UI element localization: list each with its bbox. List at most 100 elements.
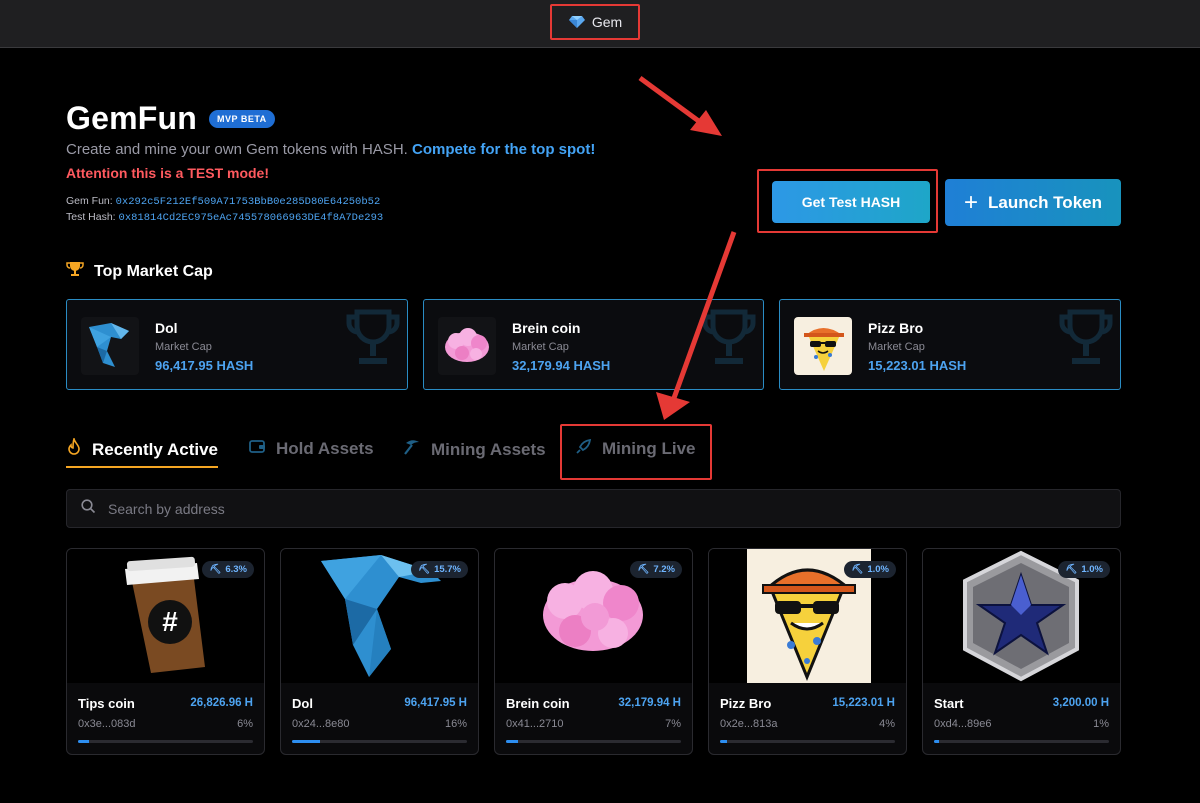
tagline-link[interactable]: Compete for the top spot! (412, 141, 595, 158)
card-market-cap-label: Market Cap (512, 341, 569, 353)
annotation-arrowhead (690, 110, 722, 136)
card-market-cap-label: Market Cap (155, 341, 212, 353)
tab-gem[interactable]: Gem (550, 4, 640, 40)
active-tab-indicator (66, 466, 218, 468)
pickaxe-icon: ⛏ (418, 564, 431, 575)
token-address: 0x24...8e80 (292, 718, 350, 730)
token-name: Brein coin (506, 696, 570, 711)
top-tab-bar: Gem (0, 0, 1200, 48)
testhash-label: Test Hash: (66, 211, 116, 223)
pickaxe-icon: ⛏ (851, 564, 864, 575)
mining-rate-badge: ⛏ 7.2% (630, 561, 682, 578)
pickaxe-icon: ⛏ (637, 564, 650, 575)
gemfun-address[interactable]: 0x292c5F212Ef509A71753BbB0e285D80E64250b… (116, 196, 381, 208)
testhash-address[interactable]: 0x81814Cd2EC975eAc745578066963DE4f8A7De2… (119, 212, 384, 224)
top-market-cap-heading: Top Market Cap (66, 260, 213, 283)
tab-label: Mining Assets (431, 439, 546, 459)
mining-rate-badge: ⛏ 1.0% (1058, 561, 1110, 578)
token-card[interactable]: # ⛏ 6.3% Tips coin 26,826.96 H 0x3e...08… (66, 548, 265, 755)
launch-token-label: Launch Token (988, 192, 1102, 212)
card-name: Brein coin (512, 320, 581, 336)
gemfun-address-row: Gem Fun: 0x292c5F212Ef509A71753BbB0e285D… (66, 195, 380, 208)
annotation-arrow (638, 75, 702, 125)
card-market-cap-value: 32,179.94 HASH (512, 358, 611, 373)
plus-icon: + (964, 188, 979, 216)
tagline: Create and mine your own Gem tokens with… (66, 141, 595, 158)
tagline-text: Create and mine your own Gem tokens with… (66, 141, 408, 158)
trophy-icon (701, 308, 757, 375)
card-name: Dol (155, 320, 178, 336)
token-progress-bar (506, 740, 681, 743)
pickaxe-icon (403, 438, 421, 461)
token-value: 3,200.00 H (1052, 697, 1109, 709)
wallet-icon (249, 438, 266, 459)
token-progress-bar (934, 740, 1109, 743)
tab-label: Recently Active (92, 439, 218, 459)
token-progress-fill (78, 740, 89, 743)
token-card[interactable]: ⛏ 7.2% Brein coin 32,179.94 H 0x41...271… (494, 548, 693, 755)
token-value: 26,826.96 H (190, 697, 253, 709)
token-percent: 1% (1093, 718, 1109, 730)
token-progress-bar (78, 740, 253, 743)
market-cap-card[interactable]: Pizz Bro Market Cap 15,223.01 HASH (779, 299, 1121, 390)
token-image-dol (81, 317, 139, 375)
card-market-cap-label: Market Cap (868, 341, 925, 353)
launch-token-button[interactable]: + Launch Token (945, 179, 1121, 226)
token-progress-fill (934, 740, 940, 743)
gemfun-label: Gem Fun: (66, 195, 113, 207)
trophy-icon (345, 308, 401, 375)
mining-rate-value: 7.2% (653, 564, 675, 575)
market-cap-card[interactable]: Brein coin Market Cap 32,179.94 HASH (423, 299, 764, 390)
token-progress-bar (292, 740, 467, 743)
card-market-cap-value: 15,223.01 HASH (868, 358, 967, 373)
token-percent: 4% (879, 718, 895, 730)
token-card[interactable]: ⛏ 15.7% Dol 96,417.95 H 0x24...8e80 16% (280, 548, 479, 755)
token-name: Dol (292, 696, 313, 711)
pickaxe-icon: ⛏ (209, 564, 222, 575)
search-bar (66, 489, 1121, 528)
beta-badge: MVP BETA (208, 109, 275, 128)
token-value: 15,223.01 H (832, 697, 895, 709)
tab-hold-assets[interactable]: Hold Assets (249, 438, 374, 459)
gem-icon (568, 15, 586, 29)
mining-rate-value: 1.0% (1081, 564, 1103, 575)
token-percent: 16% (444, 718, 467, 730)
page-header: GemFun MVP BETA (66, 100, 275, 137)
token-name: Start (934, 696, 964, 711)
mining-rate-badge: ⛏ 6.3% (202, 561, 254, 578)
token-progress-fill (720, 740, 727, 743)
testhash-address-row: Test Hash: 0x81814Cd2EC975eAc74557806696… (66, 211, 383, 224)
token-address: 0x41...2710 (506, 718, 564, 730)
token-name: Tips coin (78, 696, 135, 711)
token-image-pizza (794, 317, 852, 375)
card-market-cap-value: 96,417.95 HASH (155, 358, 254, 373)
token-address: 0xd4...89e6 (934, 718, 992, 730)
mining-rate-badge: ⛏ 15.7% (411, 561, 468, 578)
token-percent: 6% (237, 718, 253, 730)
token-value: 96,417.95 H (404, 697, 467, 709)
page-title: GemFun (66, 100, 197, 136)
get-test-hash-button[interactable]: Get Test HASH (772, 181, 930, 223)
trophy-icon (66, 260, 84, 283)
token-progress-bar (720, 740, 895, 743)
token-address: 0x2e...813a (720, 718, 778, 730)
market-cap-card[interactable]: Dol Market Cap 96,417.95 HASH (66, 299, 408, 390)
card-name: Pizz Bro (868, 320, 924, 336)
token-percent: 7% (665, 718, 681, 730)
token-card[interactable]: ⛏ 1.0% Start 3,200.00 H 0xd4...89e6 1% (922, 548, 1121, 755)
flame-icon (66, 436, 82, 461)
token-image-brain (438, 317, 496, 375)
token-progress-fill (292, 740, 320, 743)
trophy-icon (1058, 308, 1114, 375)
tab-gem-label: Gem (591, 14, 623, 30)
token-address: 0x3e...083d (78, 718, 136, 730)
token-card[interactable]: ⛏ 1.0% Pizz Bro 15,223.01 H 0x2e...813a … (708, 548, 907, 755)
token-value: 32,179.94 H (618, 697, 681, 709)
search-icon (81, 498, 96, 519)
pickaxe-icon: ⛏ (1065, 564, 1078, 575)
tab-mining-assets[interactable]: Mining Assets (403, 438, 546, 461)
tab-recently-active[interactable]: Recently Active (66, 436, 218, 461)
search-input[interactable] (108, 500, 1008, 517)
top-market-cap-title: Top Market Cap (94, 262, 213, 280)
attention-notice: Attention this is a TEST mode! (66, 165, 270, 181)
